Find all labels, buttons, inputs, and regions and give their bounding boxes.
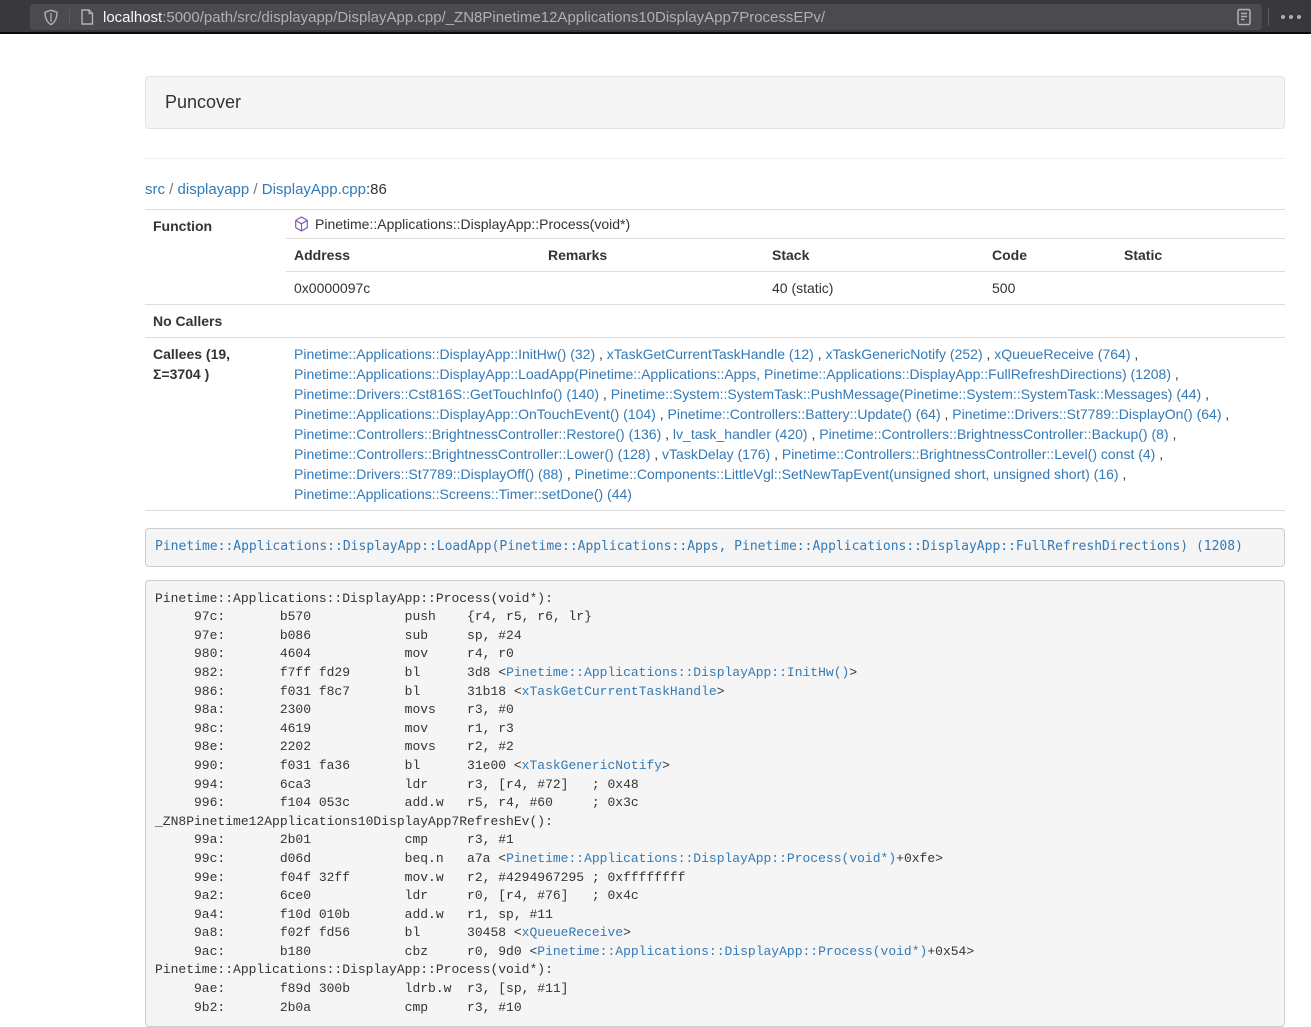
- stats-header-row: AddressRemarksStackCodeStatic: [286, 239, 1285, 272]
- stats-value-row: 0x0000097c 40 (static)500: [286, 272, 1285, 305]
- stat-value: 40 (static): [764, 272, 984, 305]
- url-path: :5000/path/src/displayapp/DisplayApp.cpp…: [162, 9, 825, 26]
- callee-separator: ,: [599, 386, 611, 402]
- callee-separator: ,: [1155, 446, 1163, 462]
- callee-link[interactable]: Pinetime::Applications::Screens::Timer::…: [294, 486, 632, 502]
- page-info-icon[interactable]: [80, 9, 94, 25]
- no-callers-label: No Callers: [145, 305, 286, 338]
- function-name: Pinetime::Applications::DisplayApp::Proc…: [315, 214, 630, 234]
- reader-mode-icon[interactable]: [1235, 7, 1253, 27]
- disassembly-code: Pinetime::Applications::DisplayApp::Proc…: [155, 591, 974, 1015]
- stat-value: [1116, 272, 1285, 305]
- stat-value: 0x0000097c: [286, 272, 540, 305]
- code-symbol-link[interactable]: xQueueReceive: [522, 925, 623, 940]
- breadcrumb-line-number: :86: [366, 181, 387, 198]
- tracking-protection-shield-icon[interactable]: [43, 9, 59, 26]
- callers-empty-cell: [286, 305, 1285, 335]
- callee-separator: ,: [656, 406, 668, 422]
- function-detail-table: Function Pinetime::Applications::Display…: [145, 209, 1285, 511]
- code-symbol-link[interactable]: Pinetime::Applications::DisplayApp::Init…: [506, 665, 849, 680]
- callee-link[interactable]: xTaskGetCurrentTaskHandle (12): [607, 346, 814, 362]
- url-bar[interactable]: localhost:5000/path/src/displayapp/Displ…: [30, 4, 1262, 30]
- page-container: Puncover src / displayapp / DisplayApp.c…: [145, 76, 1285, 1027]
- browser-toolbar: localhost:5000/path/src/displayapp/Displ…: [0, 0, 1311, 34]
- column-header: Address: [286, 239, 540, 272]
- callee-separator: ,: [1130, 346, 1138, 362]
- disassembly-box: Pinetime::Applications::DisplayApp::Proc…: [145, 580, 1285, 1027]
- toolbar-separator: [1268, 8, 1269, 26]
- callee-link[interactable]: Pinetime::Controllers::BrightnessControl…: [819, 426, 1168, 442]
- callee-link[interactable]: Pinetime::Drivers::St7789::DisplayOff() …: [294, 466, 563, 482]
- callee-separator: ,: [1171, 366, 1179, 382]
- callee-link[interactable]: xTaskGenericNotify (252): [825, 346, 982, 362]
- callee-separator: ,: [814, 346, 826, 362]
- function-stats-table: AddressRemarksStackCodeStatic 0x0000097c…: [286, 238, 1285, 304]
- callee-link[interactable]: xQueueReceive (764): [994, 346, 1130, 362]
- url-text[interactable]: localhost:5000/path/src/displayapp/Displ…: [103, 9, 825, 26]
- urlbar-separator: [69, 9, 70, 25]
- column-header: Stack: [764, 239, 984, 272]
- callee-separator: ,: [1119, 466, 1127, 482]
- callee-separator: ,: [808, 426, 820, 442]
- column-header: Static: [1116, 239, 1285, 272]
- callees-label: Callees (19, Σ=3704 ): [145, 338, 286, 511]
- callee-link[interactable]: Pinetime::Applications::DisplayApp::Init…: [294, 346, 595, 362]
- code-symbol-link[interactable]: Pinetime::Applications::DisplayApp::Proc…: [537, 944, 927, 959]
- function-row-label: Function: [145, 210, 286, 305]
- callee-link[interactable]: Pinetime::Controllers::BrightnessControl…: [294, 426, 661, 442]
- app-title: Puncover: [165, 92, 241, 112]
- app-header-panel: Puncover: [145, 76, 1285, 129]
- url-host: localhost: [103, 9, 162, 26]
- callers-row: No Callers: [145, 305, 1285, 338]
- callee-link[interactable]: Pinetime::System::SystemTask::PushMessag…: [611, 386, 1202, 402]
- stat-value: [540, 272, 764, 305]
- callee-link[interactable]: Pinetime::Components::LittleVgl::SetNewT…: [575, 466, 1119, 482]
- divider: [145, 158, 1285, 159]
- symbol-cube-icon: [294, 216, 309, 232]
- callees-row: Callees (19, Σ=3704 ) Pinetime::Applicat…: [145, 338, 1285, 511]
- page-actions-more-icon[interactable]: [1281, 0, 1301, 34]
- callee-separator: ,: [941, 406, 953, 422]
- column-header: Remarks: [540, 239, 764, 272]
- breadcrumb-link[interactable]: DisplayApp.cpp: [262, 181, 366, 198]
- breadcrumb-separator: /: [249, 181, 262, 198]
- breadcrumb-link[interactable]: src: [145, 181, 165, 198]
- callee-separator: ,: [770, 446, 782, 462]
- callee-link[interactable]: lv_task_handler (420): [673, 426, 808, 442]
- callee-separator: ,: [1201, 386, 1209, 402]
- loadapp-snippet-box: Pinetime::Applications::DisplayApp::Load…: [145, 528, 1285, 567]
- callee-separator: ,: [650, 446, 662, 462]
- callee-link[interactable]: Pinetime::Drivers::Cst816S::GetTouchInfo…: [294, 386, 599, 402]
- code-symbol-link[interactable]: xTaskGetCurrentTaskHandle: [522, 684, 717, 699]
- callees-list: Pinetime::Applications::DisplayApp::Init…: [286, 338, 1285, 510]
- code-symbol-link[interactable]: Pinetime::Applications::DisplayApp::Proc…: [506, 851, 896, 866]
- callee-separator: ,: [1222, 406, 1230, 422]
- breadcrumb: src / displayapp / DisplayApp.cpp:86: [145, 179, 1285, 200]
- breadcrumb-separator: /: [165, 181, 178, 198]
- callee-link[interactable]: Pinetime::Controllers::Battery::Update()…: [668, 406, 941, 422]
- callee-separator: ,: [1169, 426, 1177, 442]
- column-header: Code: [984, 239, 1116, 272]
- callee-separator: ,: [983, 346, 995, 362]
- callee-link[interactable]: Pinetime::Applications::DisplayApp::OnTo…: [294, 406, 656, 422]
- callee-link[interactable]: Pinetime::Controllers::BrightnessControl…: [782, 446, 1155, 462]
- loadapp-symbol-link[interactable]: Pinetime::Applications::DisplayApp::Load…: [155, 539, 1243, 554]
- code-symbol-link[interactable]: xTaskGenericNotify: [522, 758, 662, 773]
- callee-link[interactable]: vTaskDelay (176): [662, 446, 770, 462]
- callee-link[interactable]: Pinetime::Controllers::BrightnessControl…: [294, 446, 650, 462]
- callee-separator: ,: [595, 346, 607, 362]
- stat-value: 500: [984, 272, 1116, 305]
- callee-separator: ,: [563, 466, 575, 482]
- callee-link[interactable]: Pinetime::Applications::DisplayApp::Load…: [294, 366, 1171, 382]
- callee-link[interactable]: Pinetime::Drivers::St7789::DisplayOn() (…: [952, 406, 1221, 422]
- callee-separator: ,: [661, 426, 673, 442]
- function-row: Function Pinetime::Applications::Display…: [145, 210, 1285, 305]
- breadcrumb-link[interactable]: displayapp: [178, 181, 250, 198]
